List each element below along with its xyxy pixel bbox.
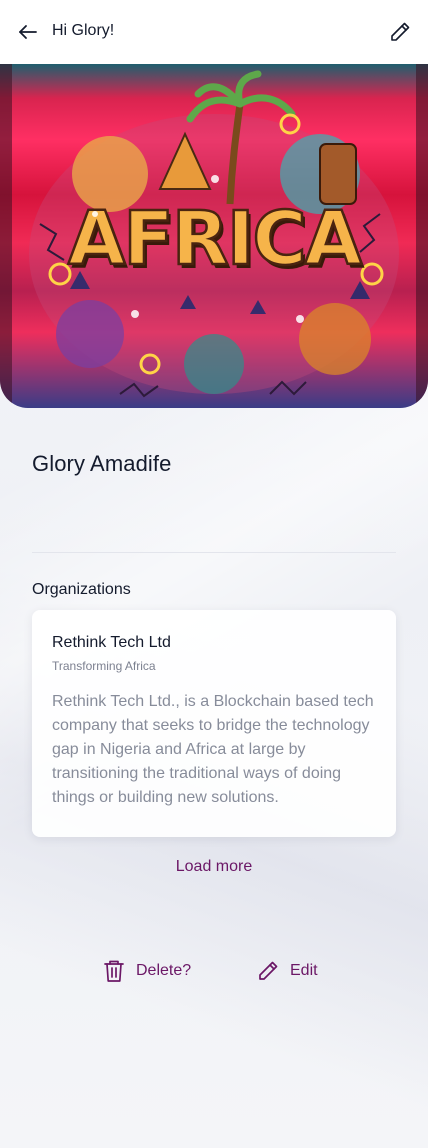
pencil-icon [259,961,278,980]
delete-button[interactable]: Delete? [102,958,191,984]
pencil-icon[interactable] [388,20,412,44]
organization-name: Rethink Tech Ltd [52,634,171,651]
load-more-button[interactable]: Load more [0,858,428,876]
page-title: Hi Glory! [52,22,115,39]
edit-label: Edit [290,962,318,979]
profile-banner: AFRICA AFRICA [0,64,428,408]
organization-tagline: Transforming Africa [52,659,156,673]
banner-text: AFRICA [68,196,362,282]
profile-name: Glory Amadife [32,451,172,476]
section-divider [32,552,396,553]
organization-card[interactable]: Rethink Tech Ltd Transforming Africa Ret… [32,610,396,837]
trash-icon [104,960,124,982]
profile-actions: Delete? Edit [0,958,428,988]
banner-artwork: AFRICA AFRICA [0,64,428,408]
delete-label: Delete? [136,962,192,979]
organization-description: Rethink Tech Ltd., is a Blockchain based… [52,693,374,806]
edit-button[interactable]: Edit [256,958,318,984]
arrow-left-icon[interactable] [16,20,40,44]
organizations-heading: Organizations [32,581,131,598]
top-app-bar: Hi Glory! [0,0,428,64]
